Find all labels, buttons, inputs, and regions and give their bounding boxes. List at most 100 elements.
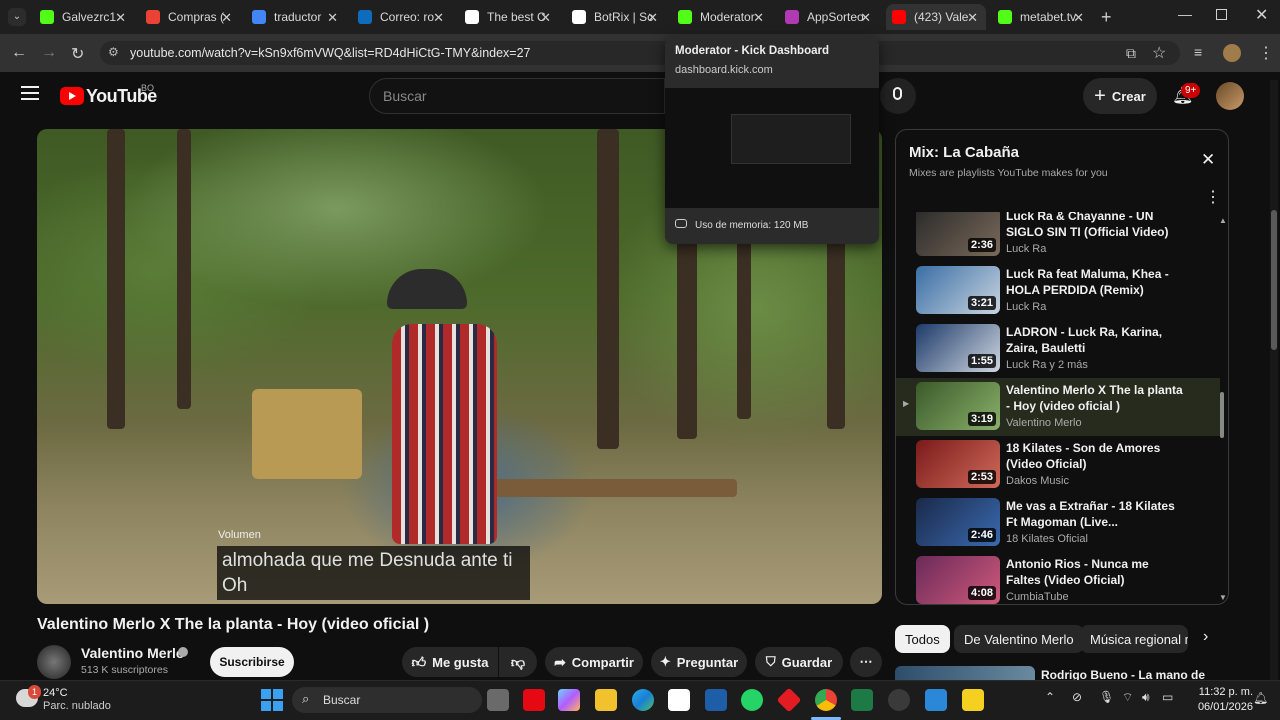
- scroll-up-icon[interactable]: ▲: [1219, 216, 1227, 225]
- playlist-item[interactable]: 4:08 Antonio Rios - Nunca me Faltes (Vide…: [916, 556, 1216, 604]
- minimize-icon[interactable]: —: [1178, 6, 1192, 22]
- obs-icon[interactable]: [888, 689, 910, 711]
- whatsapp-icon[interactable]: [741, 689, 763, 711]
- youtube-logo-icon[interactable]: [60, 87, 84, 105]
- edge-icon[interactable]: [632, 689, 654, 711]
- share-button[interactable]: ➦ Compartir: [545, 647, 643, 677]
- new-tab-icon[interactable]: +: [1101, 7, 1112, 28]
- search-input[interactable]: Buscar: [369, 78, 665, 114]
- tray-expand-icon[interactable]: ⌃: [1045, 690, 1055, 704]
- task-view-icon[interactable]: [487, 689, 509, 711]
- close-tab-icon[interactable]: ✕: [647, 10, 658, 26]
- clock-time[interactable]: 11:32 p. m.: [1193, 686, 1253, 698]
- playlist-item[interactable]: 2:36 Luck Ra & Chayanne - UN SIGLO SIN TI…: [916, 212, 1216, 262]
- close-tab-icon[interactable]: ✕: [1073, 10, 1084, 26]
- disney-plus-icon[interactable]: [705, 689, 727, 711]
- chip-regional[interactable]: Música regional m: [1080, 625, 1188, 653]
- close-tab-icon[interactable]: ✕: [433, 10, 444, 26]
- next-video-thumbnail[interactable]: [895, 666, 1035, 680]
- browser-tab[interactable]: The best C ✕: [459, 4, 559, 30]
- playlist-item[interactable]: 1:55 LADRON - Luck Ra, Karina, Zaira, Bau…: [916, 324, 1216, 378]
- profile-avatar[interactable]: [1223, 44, 1241, 62]
- close-tab-icon[interactable]: ✕: [860, 10, 871, 26]
- clock-date[interactable]: 06/01/2026: [1193, 701, 1253, 713]
- playlist-menu-icon[interactable]: ⋮: [1205, 187, 1221, 207]
- close-tab-icon[interactable]: ✕: [967, 10, 978, 26]
- tray-wifi-icon[interactable]: ⌔: [1122, 690, 1133, 705]
- scroll-down-icon[interactable]: ▼: [1219, 593, 1227, 602]
- ask-button[interactable]: ✦ Preguntar: [651, 647, 747, 677]
- playlist-scrollbar[interactable]: [1220, 392, 1224, 438]
- browser-tab[interactable]: BotRix | Sc ✕: [566, 4, 666, 30]
- menu-dots-icon[interactable]: ⋮: [1258, 43, 1274, 63]
- playlist-thumbnail[interactable]: 2:36: [916, 212, 1000, 256]
- browser-tab[interactable]: (423) Vale ✕: [886, 4, 986, 30]
- playlist-thumbnail[interactable]: 3:21: [916, 266, 1000, 314]
- excel-icon[interactable]: [851, 689, 873, 711]
- page-scrollbar[interactable]: [1270, 80, 1278, 680]
- like-button[interactable]: 👍︎ Me gusta: [402, 647, 498, 677]
- tray-network-off-icon[interactable]: ⊘: [1072, 690, 1082, 704]
- bookmark-star-icon[interactable]: ☆: [1152, 43, 1166, 63]
- playlist-thumbnail[interactable]: 1:55: [916, 324, 1000, 372]
- browser-tab[interactable]: traductor ✕: [246, 4, 346, 30]
- playlist-thumbnail[interactable]: 2:53: [916, 440, 1000, 488]
- install-app-icon[interactable]: ⧉: [1126, 45, 1136, 62]
- close-tab-icon[interactable]: ✕: [115, 10, 126, 26]
- playlist-item[interactable]: ▶ 3:19 Valentino Merlo X The la planta - H…: [896, 378, 1220, 436]
- reload-icon[interactable]: ↻: [71, 44, 84, 64]
- forward-icon[interactable]: →: [41, 44, 57, 62]
- browser-tab[interactable]: AppSorteo ✕: [779, 4, 879, 30]
- taskbar-search[interactable]: ⌕ Buscar: [292, 687, 482, 713]
- more-actions-button[interactable]: ⋯: [850, 647, 882, 677]
- notification-center-icon[interactable]: 🔔︎: [1253, 691, 1268, 705]
- tray-volume-icon[interactable]: 🔊︎: [1142, 690, 1150, 705]
- browser-tab[interactable]: Galvezrc1 ✕: [34, 4, 134, 30]
- media-control-icon[interactable]: ≡: [1194, 44, 1202, 60]
- playlist-item[interactable]: 2:46 Me vas a Extrañar - 18 Kilates Ft Ma…: [916, 498, 1216, 552]
- hamburger-menu-icon[interactable]: [21, 86, 39, 100]
- sticky-notes-icon[interactable]: [962, 689, 984, 711]
- chrome-icon[interactable]: [815, 689, 837, 711]
- close-playlist-icon[interactable]: ✕: [1201, 150, 1215, 170]
- microsoft-store-icon[interactable]: [668, 689, 690, 711]
- playlist-item[interactable]: 2:53 18 Kilates - Son de Amores (Video Of…: [916, 440, 1216, 494]
- account-avatar[interactable]: [1216, 82, 1244, 110]
- back-icon[interactable]: ←: [11, 44, 27, 62]
- channel-name[interactable]: Valentino Merlo: [81, 645, 184, 661]
- browser-tab[interactable]: Compras (✕: [140, 4, 240, 30]
- close-tab-icon[interactable]: ✕: [327, 10, 338, 26]
- dislike-button[interactable]: 👎︎: [499, 647, 537, 677]
- save-button[interactable]: ⛉ Guardar: [755, 647, 843, 677]
- address-bar[interactable]: ⚙ youtube.com/watch?v=kSn9xf6mVWQ&list=R…: [100, 41, 1180, 65]
- site-info-icon[interactable]: ⚙: [108, 45, 119, 59]
- playlist-thumbnail[interactable]: 2:46: [916, 498, 1000, 546]
- browser-tab[interactable]: Correo: ro ✕: [352, 4, 452, 30]
- windows-start-icon[interactable]: [261, 689, 283, 711]
- paint-icon[interactable]: [925, 689, 947, 711]
- maximize-icon[interactable]: [1216, 9, 1227, 20]
- subscribe-button[interactable]: Suscribirse: [210, 647, 294, 677]
- browser-tab[interactable]: Moderator ✕: [672, 4, 772, 30]
- tab-search-icon[interactable]: ⌄: [8, 8, 26, 26]
- chips-next-icon[interactable]: ›: [1203, 628, 1208, 646]
- page-scroll-thumb[interactable]: [1271, 210, 1277, 350]
- close-tab-icon[interactable]: ✕: [540, 10, 551, 26]
- playlist-thumbnail[interactable]: 4:08: [916, 556, 1000, 604]
- playlist-thumbnail[interactable]: 3:19: [916, 382, 1000, 430]
- copilot-icon[interactable]: [558, 689, 580, 711]
- browser-tab[interactable]: metabet.tv ✕: [992, 4, 1092, 30]
- tray-mic-icon[interactable]: 🎙︎: [1099, 690, 1114, 704]
- chip-channel[interactable]: De Valentino Merlo: [954, 625, 1084, 653]
- file-explorer-icon[interactable]: [595, 689, 617, 711]
- netflix-icon[interactable]: [523, 689, 545, 711]
- close-tab-icon[interactable]: ✕: [221, 10, 232, 26]
- close-tab-icon[interactable]: ✕: [753, 10, 764, 26]
- create-button[interactable]: + Crear: [1083, 78, 1157, 114]
- channel-avatar[interactable]: [37, 645, 71, 679]
- tray-battery-icon[interactable]: ▭: [1162, 690, 1173, 704]
- voice-search-button[interactable]: [880, 78, 916, 114]
- playlist-item[interactable]: 3:21 Luck Ra feat Maluma, Khea - HOLA PER…: [916, 266, 1216, 320]
- chip-todos[interactable]: Todos: [895, 625, 950, 653]
- close-window-icon[interactable]: ✕: [1255, 5, 1268, 25]
